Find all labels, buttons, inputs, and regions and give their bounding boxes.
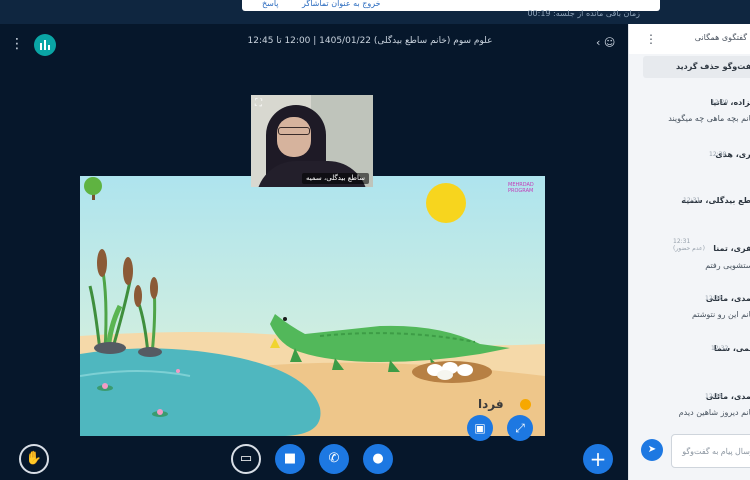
chat-cleared-notice: گفت‌وگو حذف گردید	[643, 56, 750, 78]
message-time: 12:32	[711, 345, 729, 352]
options-menu-icon[interactable]: ⋮	[10, 34, 24, 54]
message-time: 12:32	[705, 295, 723, 302]
slide-brand-logo: فردا	[478, 397, 504, 411]
webcam-name-label: ساطع بیدگلی، سمیه	[301, 173, 369, 184]
session-remaining-time: زمان باقی مانده از جلسه: 00:19	[527, 9, 640, 18]
chat-panel: ⋮ گفتگوی همگانی گفت‌وگو حذف گردید علیزاد…	[628, 24, 750, 480]
chat-options-icon[interactable]: ⋮	[645, 32, 657, 46]
expand-icon: ⤢	[515, 421, 525, 435]
actions-button[interactable]: +	[583, 444, 613, 474]
video-camera-icon: ■	[283, 451, 297, 466]
microphone-icon: ●	[372, 451, 384, 466]
phone-icon: ✆	[328, 451, 340, 466]
fit-screen-icon: ▣	[474, 421, 486, 435]
stats-button[interactable]	[34, 34, 56, 56]
banner-action[interactable]: پاسخ	[262, 0, 279, 8]
screen-share-button[interactable]: ▭	[231, 444, 261, 474]
user-list-icon[interactable]: ‹ ☺	[596, 36, 615, 49]
microphone-button[interactable]: ●	[363, 444, 393, 474]
message-status: (عدم حضور)	[673, 245, 705, 252]
chat-title: گفتگوی همگانی	[694, 33, 747, 42]
chat-header: ⋮ گفتگوی همگانی	[629, 24, 750, 54]
message-time: 12:30	[709, 151, 727, 158]
slide-corner-label-2: PROGRAM	[508, 188, 533, 194]
message-text: خانم بچه ماهی چه میگویند	[668, 114, 750, 123]
meeting-header: ⋮ علوم سوم (خانم ساطع بیدگلی) 1405/01/22…	[0, 24, 628, 64]
top-banner: پاسخ خروج به عنوان تماشاگر زمان باقی مان…	[0, 0, 750, 24]
message-author: جعفری، تمنا	[713, 244, 750, 253]
nest-illustration	[412, 361, 492, 383]
send-icon: ➤	[647, 444, 657, 455]
presentation-area: MEHRDAD PROGRAM	[80, 176, 545, 436]
chat-message-input[interactable]	[671, 434, 750, 468]
message-time: 12:29	[711, 99, 729, 106]
fit-screen-button[interactable]: ▣	[467, 415, 493, 441]
camera-button[interactable]: ■	[275, 444, 305, 474]
brand-dot	[520, 399, 531, 410]
message-time: 12:33	[705, 393, 723, 400]
expand-icon[interactable]: ⛶	[255, 98, 262, 109]
meeting-title: علوم سوم (خانم ساطع بیدگلی) 1405/01/22 |…	[247, 36, 493, 46]
message-text: دستشویی رفتم	[705, 261, 750, 270]
raise-hand-button[interactable]: ✋	[19, 444, 49, 474]
banner-text: خروج به عنوان تماشاگر	[302, 0, 381, 8]
message-text: خانم این رو نتوشتم	[691, 310, 750, 319]
presenter-face	[277, 117, 311, 157]
bar-chart-icon	[44, 40, 46, 50]
send-message-button[interactable]: ➤	[641, 439, 663, 461]
slide-illustration: MEHRDAD PROGRAM	[80, 176, 545, 436]
fullscreen-button[interactable]: ⤢	[507, 415, 533, 441]
webcam-tile[interactable]: ⛶ ساطع بیدگلی، سمیه	[251, 95, 373, 187]
plus-icon: +	[589, 447, 607, 471]
presenter-glasses	[278, 127, 310, 135]
message-time: 12:31	[683, 197, 701, 204]
hand-icon: ✋	[25, 451, 43, 466]
audio-button[interactable]: ✆	[319, 444, 349, 474]
message-text: خانم دیروز شاهین دیدم	[678, 408, 750, 417]
desktop-icon: ▭	[239, 451, 253, 466]
message-time: 12:31	[673, 238, 691, 245]
bar-chart-icon	[40, 43, 42, 50]
bar-chart-icon	[48, 45, 50, 50]
